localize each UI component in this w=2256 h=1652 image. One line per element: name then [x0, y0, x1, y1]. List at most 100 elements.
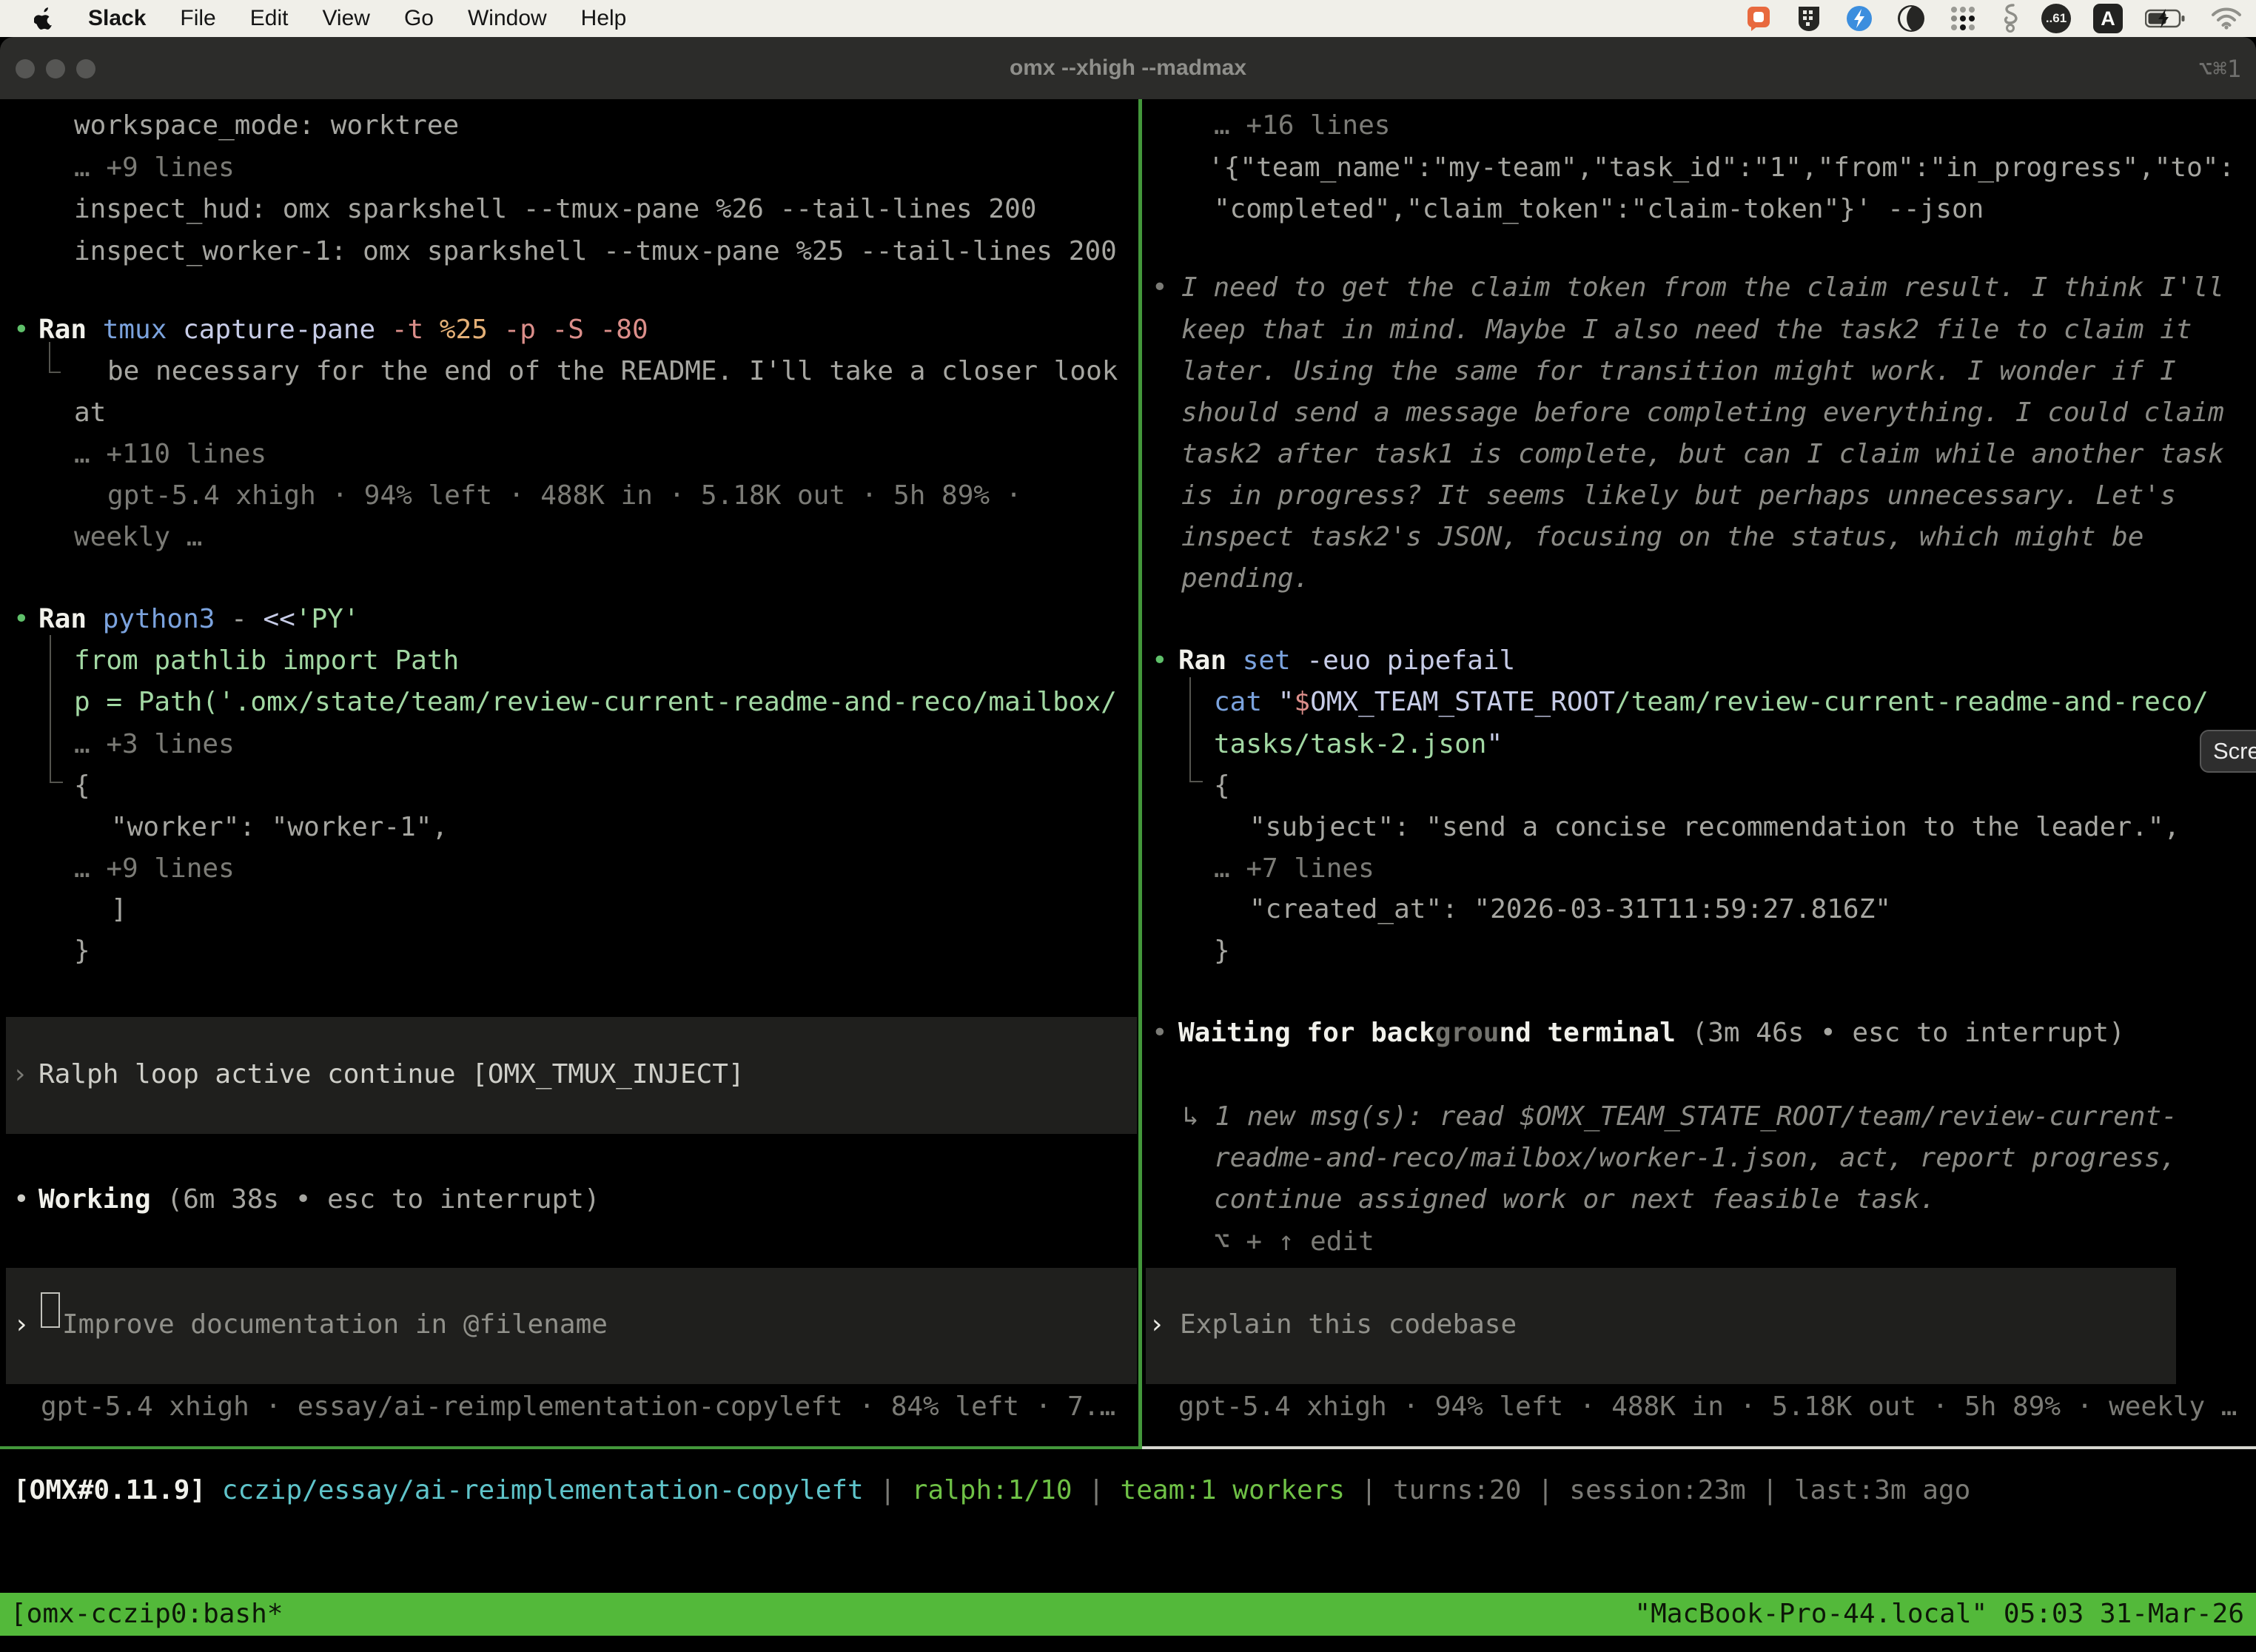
terminal-text-segment: capture-pane	[183, 315, 392, 345]
terminal-line: … +110 lines	[74, 438, 266, 471]
terminal-text-segment: Working	[38, 1184, 167, 1215]
terminal-text-segment: … +7 lines	[1214, 853, 1374, 884]
terminal-line: readme-and-reco/mailbox/worker-1.json, a…	[1214, 1142, 2176, 1175]
terminal-text-segment: | turns:20 | session:23m | last:3m ago	[1361, 1475, 1971, 1505]
terminal-text-segment: inspect_worker-1: omx sparkshell --tmux-…	[74, 236, 1117, 266]
terminal-line: tasks/task-2.json"	[1214, 728, 1503, 761]
terminal-text-segment: p = Path('.omx/state/team/review-current…	[74, 687, 1117, 717]
terminal-text-segment: -p -S -80	[504, 315, 648, 345]
tooltip-label: Scre	[2213, 738, 2256, 765]
terminal-line: at	[74, 397, 106, 429]
terminal-line: ›	[12, 1058, 28, 1091]
terminal-text-segment: "	[1486, 729, 1503, 759]
terminal-text-segment: ↳ 1 new msg(s): read $OMX_TEAM_STATE_ROO…	[1183, 1101, 2178, 1132]
terminal-line: … +3 lines	[74, 728, 235, 761]
terminal-text-segment: be necessary for the end of the README. …	[107, 356, 1118, 386]
omx-status-line: [OMX#0.11.9] cczip/essay/ai-reimplementa…	[13, 1474, 1970, 1507]
terminal-text-segment: -t	[392, 315, 440, 345]
terminal-text-segment: set	[1243, 645, 1307, 676]
tmux-session-window-label[interactable]: [omx-cczip0:bash*	[10, 1593, 283, 1636]
terminal-line: }	[1214, 935, 1230, 967]
terminal-text-segment: at	[74, 397, 106, 428]
terminal-line: "completed","claim_token":"claim-token"}…	[1214, 193, 1984, 226]
tmux-host-clock-label: "MacBook-Pro-44.local" 05:03 31-Mar-26	[1634, 1593, 2244, 1636]
terminal-text-segment: ›	[12, 1059, 28, 1089]
terminal-line: ›	[1149, 1309, 1165, 1341]
terminal-line: from pathlib import Path	[74, 645, 459, 677]
left-pane-bottom-border	[0, 1446, 1142, 1449]
left-input-placeholder[interactable]: Improve documentation in @filename	[62, 1309, 608, 1341]
terminal-text-segment: Ran	[38, 315, 103, 345]
terminal-text-segment: Ran	[38, 604, 103, 634]
terminal-text-segment: Improve documentation in @filename	[62, 1309, 608, 1340]
terminal-text-segment: gpt-5.4 xhigh · 94% left · 488K in · 5.1…	[1178, 1391, 2237, 1422]
terminal-text-segment: inspect_hud: omx sparkshell --tmux-pane …	[74, 194, 1036, 224]
terminal-text-segment: "worker": "worker-1",	[111, 812, 448, 842]
terminal-line: {	[74, 770, 90, 802]
terminal-text-segment: tasks/task-2.json	[1214, 729, 1486, 759]
terminal-line: … +16 lines	[1214, 110, 1390, 142]
tmux-status-bar: [omx-cczip0:bash* "MacBook-Pro-44.local"…	[0, 1593, 2256, 1636]
terminal-text-segment: workspace_mode: worktree	[74, 110, 459, 141]
output-gutter	[50, 635, 63, 783]
terminal-text-segment: |	[1088, 1475, 1120, 1505]
terminal-text-segment: OMX_TEAM_STATE_ROOT	[1310, 687, 1615, 717]
terminal-line: be necessary for the end of the README. …	[107, 355, 1118, 388]
terminal-text-segment: }	[1214, 936, 1230, 966]
terminal-cursor	[41, 1292, 60, 1328]
terminal-text-segment: continue assigned work or next feasible …	[1214, 1184, 1936, 1215]
terminal-line: pending.	[1181, 563, 1309, 595]
terminal-text-segment: pending.	[1181, 563, 1309, 594]
terminal-text-segment: cat	[1214, 687, 1278, 717]
left-command-tmux: Ran tmux capture-pane -t %25 -p -S -80	[38, 314, 648, 346]
terminal-text-segment: {	[74, 770, 90, 801]
screen-tooltip: Scre	[2200, 730, 2256, 773]
ralph-loop-status: Ralph loop active continue [OMX_TMUX_INJ…	[38, 1058, 745, 1091]
right-pane-bottom-border	[1142, 1446, 2256, 1449]
terminal-line: ]	[111, 893, 127, 926]
terminal-line: … +9 lines	[74, 853, 235, 885]
terminal-text-segment: from pathlib import Path	[74, 645, 459, 676]
terminal-text-segment: -	[231, 604, 263, 634]
pane-divider[interactable]	[1138, 99, 1142, 1446]
output-gutter	[1189, 677, 1203, 782]
right-input-placeholder[interactable]: Explain this codebase	[1180, 1309, 1517, 1341]
terminal-text-segment: … +110 lines	[74, 439, 266, 469]
terminal-text-segment: inspect task2's JSON, focusing on the st…	[1181, 522, 2143, 552]
terminal-line: weekly …	[74, 521, 202, 554]
terminal-text-segment: |	[879, 1475, 911, 1505]
terminal-text-segment: Explain this codebase	[1180, 1309, 1517, 1340]
terminal-text-segment: … +3 lines	[74, 729, 235, 759]
terminal-text-segment: •	[1152, 272, 1168, 303]
terminal-text-segment: "subject": "send a concise recommendatio…	[1249, 812, 2180, 842]
terminal-line: inspect_hud: omx sparkshell --tmux-pane …	[74, 193, 1036, 226]
terminal-text-segment: [OMX#0.11.9]	[13, 1475, 222, 1505]
terminal-text-segment: ⌥ + ↑ edit	[1214, 1226, 1374, 1257]
left-command-python: Ran python3 - <<'PY'	[38, 603, 360, 636]
left-working-status: Working (6m 38s • esc to interrupt)	[38, 1183, 600, 1216]
thinking-text: I need to get the claim token from the c…	[1181, 272, 2224, 304]
terminal-text-segment: ›	[13, 1309, 30, 1340]
terminal-line: gpt-5.4 xhigh · 94% left · 488K in · 5.1…	[107, 480, 1021, 512]
terminal-text-segment: "	[1278, 687, 1295, 717]
terminal-text-segment: (3m 46s • esc to interrupt)	[1692, 1018, 2125, 1048]
terminal-line: inspect_worker-1: omx sparkshell --tmux-…	[74, 235, 1117, 268]
terminal-text-segment: weekly …	[74, 522, 202, 552]
terminal-line: •	[13, 314, 30, 346]
terminal-text-segment: … +16 lines	[1214, 110, 1390, 141]
terminal-line: inspect task2's JSON, focusing on the st…	[1181, 521, 2143, 554]
terminal-text-segment: gpt-5.4 xhigh · 94% left · 488K in · 5.1…	[107, 480, 1021, 511]
terminal-text-segment: •	[13, 604, 30, 634]
terminal-line: •	[13, 1183, 30, 1216]
terminal-content: workspace_mode: worktree … +9 lines inspec…	[0, 0, 2256, 1652]
terminal-text-segment: task2 after task1 is complete, but can I…	[1181, 439, 2224, 469]
terminal-text-segment: tmux	[103, 315, 183, 345]
terminal-text-segment: grou	[1435, 1018, 1500, 1048]
terminal-text-segment: •	[13, 315, 30, 345]
terminal-text-segment: {	[1214, 770, 1230, 801]
terminal-line: •	[1152, 645, 1168, 677]
terminal-text-segment: -euo pipefail	[1306, 645, 1515, 676]
terminal-line: "created_at": "2026-03-31T11:59:27.816Z"	[1249, 893, 1891, 926]
terminal-text-segment: /team/review-current-readme-and-reco/	[1615, 687, 2209, 717]
terminal-text-segment: ›	[1149, 1309, 1165, 1340]
